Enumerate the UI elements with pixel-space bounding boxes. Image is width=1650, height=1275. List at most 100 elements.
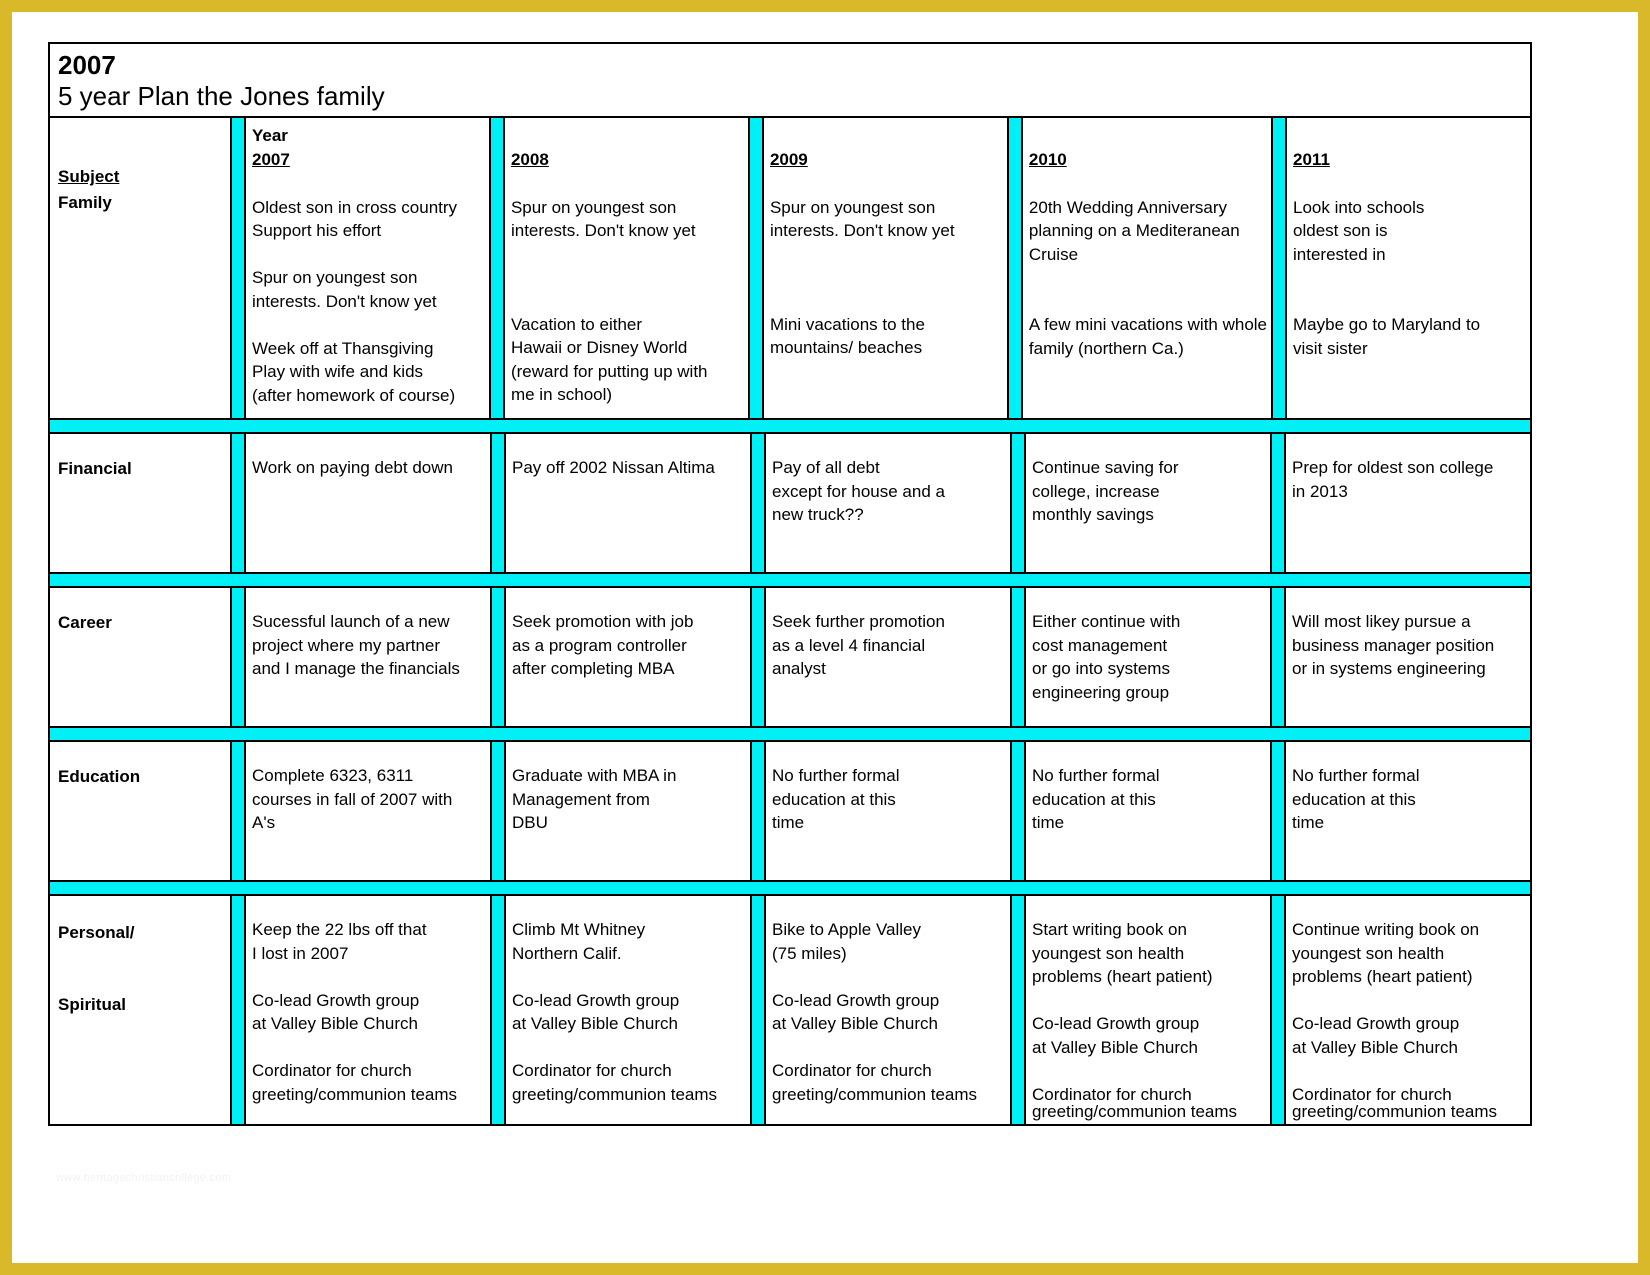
page-frame: 2007 5 year Plan the Jones family Subjec… xyxy=(0,0,1650,1275)
column-separator xyxy=(1010,588,1026,726)
year-axis-label: Year xyxy=(252,126,288,145)
year-header-2008: 2008 xyxy=(510,150,549,169)
cell-block: Graduate with MBA in Management from DBU xyxy=(512,766,677,832)
cell-block: Continue saving for college, increase mo… xyxy=(1032,458,1179,524)
cell-block: Keep the 22 lbs off that I lost in 2007 xyxy=(252,920,427,963)
cell-financial-2010: Continue saving for college, increase mo… xyxy=(1026,434,1270,572)
subject-cell: Financial xyxy=(50,434,230,572)
cell-block: Week off at Thansgiving Play with wife a… xyxy=(252,338,456,405)
cell-overflow-text: greeting/communion teams xyxy=(1032,1102,1238,1121)
cell-education-2009: No further formal education at this time xyxy=(766,742,1010,880)
column-separator xyxy=(1270,742,1286,880)
table-row: Subject Family Year 2007 Oldest son in c… xyxy=(50,118,1530,418)
cell-block: Spur on youngest son interests. Don't kn… xyxy=(769,197,955,241)
subject-label-financial: Financial xyxy=(58,459,132,478)
cell-education-2008: Graduate with MBA in Management from DBU xyxy=(506,742,750,880)
cell-family-2007: Year 2007 Oldest son in cross country Su… xyxy=(246,118,489,418)
cell-block: Seek promotion with job as a program con… xyxy=(512,612,694,678)
cell-block: Continue writing book on youngest son he… xyxy=(1292,920,1480,986)
row-separator xyxy=(50,418,1530,434)
cell-block: Look into schools oldest son is interest… xyxy=(1293,197,1425,264)
cell-block: Co-lead Growth group at Valley Bible Chu… xyxy=(252,990,420,1034)
cell-block: Mini vacations to the mountains/ beaches xyxy=(769,314,925,358)
plan-sheet: 2007 5 year Plan the Jones family Subjec… xyxy=(48,42,1532,1126)
column-separator xyxy=(230,896,246,1124)
column-separator xyxy=(1270,434,1286,572)
cell-education-2011: No further formal education at this time xyxy=(1286,742,1530,880)
cell-family-2009: 2009 Spur on youngest son interests. Don… xyxy=(764,118,1007,418)
column-separator xyxy=(1010,742,1026,880)
cell-personal-2011: Continue writing book on youngest son he… xyxy=(1286,896,1530,1124)
cell-block: Co-lead Growth group at Valley Bible Chu… xyxy=(512,990,680,1034)
cell-block: Bike to Apple Valley (75 miles) xyxy=(772,920,921,963)
subject-label-family: Family xyxy=(58,193,112,212)
cell-block: Seek further promotion as a level 4 fina… xyxy=(772,612,945,678)
column-separator xyxy=(750,896,766,1124)
cell-block: Cordinator for church greeting/communion… xyxy=(512,1061,718,1104)
cell-family-2010: 2010 20th Wedding Anniversary planning o… xyxy=(1023,118,1271,418)
year-header-2011: 2011 xyxy=(1293,150,1330,169)
column-separator xyxy=(750,434,766,572)
cell-personal-2008: Climb Mt Whitney Northern Calif. Co-lead… xyxy=(506,896,750,1124)
column-separator xyxy=(490,896,506,1124)
year-header-2007: 2007 xyxy=(252,150,290,169)
cell-family-2011: 2011 Look into schools oldest son is int… xyxy=(1287,118,1530,418)
cell-block: No further formal education at this time xyxy=(1032,766,1160,832)
row-separator xyxy=(50,572,1530,588)
year-header-2009: 2009 xyxy=(769,150,808,169)
cell-block: Co-lead Growth group at Valley Bible Chu… xyxy=(1032,1014,1200,1057)
column-separator xyxy=(750,742,766,880)
cell-block: Oldest son in cross country Support his … xyxy=(252,197,458,241)
cell-career-2008: Seek promotion with job as a program con… xyxy=(506,588,750,726)
cell-block: Cordinator for church greeting/communion… xyxy=(772,1061,978,1104)
cell-block: Complete 6323, 6311 courses in fall of 2… xyxy=(252,766,453,832)
cell-block: Pay off 2002 Nissan Altima xyxy=(512,458,715,477)
row-separator xyxy=(50,726,1530,742)
page-title-year: 2007 xyxy=(58,50,116,80)
cell-block: Maybe go to Maryland to visit sister xyxy=(1293,315,1481,358)
column-separator xyxy=(747,118,764,418)
cell-block: Co-lead Growth group at Valley Bible Chu… xyxy=(772,990,940,1034)
plan-grid: Subject Family Year 2007 Oldest son in c… xyxy=(48,116,1532,1126)
subject-label-spiritual: Spiritual xyxy=(58,995,127,1014)
subject-cell: Subject Family xyxy=(50,118,230,418)
cell-career-2009: Seek further promotion as a level 4 fina… xyxy=(766,588,1010,726)
cell-block: Climb Mt Whitney Northern Calif. xyxy=(512,920,646,963)
cell-block: Cordinator for church greeting/communion… xyxy=(252,1061,458,1104)
table-row: Education Complete 6323, 6311 courses in… xyxy=(50,742,1530,880)
cell-financial-2011: Prep for oldest son college in 2013 xyxy=(1286,434,1530,572)
cell-block: Will most likey pursue a business manage… xyxy=(1292,612,1495,678)
subject-cell: Career xyxy=(50,588,230,726)
cell-block: Either continue with cost management or … xyxy=(1032,612,1181,702)
cell-overflow-text: greeting/communion teams xyxy=(1292,1102,1498,1121)
subject-label-education: Education xyxy=(58,767,141,786)
cell-family-2008: 2008 Spur on youngest son interests. Don… xyxy=(505,118,748,418)
cell-block: Pay of all debt except for house and a n… xyxy=(772,458,945,524)
subject-header-label: Subject xyxy=(58,167,120,186)
cell-block: Spur on youngest son interests. Don't kn… xyxy=(510,197,696,241)
column-separator xyxy=(1270,588,1286,726)
subject-cell: Education xyxy=(50,742,230,880)
year-header-2010: 2010 xyxy=(1028,150,1067,169)
cell-career-2007: Sucessful launch of a new project where … xyxy=(246,588,490,726)
column-separator xyxy=(490,588,506,726)
cell-personal-2010: Start writing book on youngest son healt… xyxy=(1026,896,1270,1124)
column-separator xyxy=(1271,118,1288,418)
cell-career-2011: Will most likey pursue a business manage… xyxy=(1286,588,1530,726)
cell-block: Start writing book on youngest son healt… xyxy=(1032,920,1213,986)
cell-personal-2009: Bike to Apple Valley (75 miles) Co-lead … xyxy=(766,896,1010,1124)
page-title-subtitle: 5 year Plan the Jones family xyxy=(58,81,385,111)
cell-block: Sucessful launch of a new project where … xyxy=(252,612,460,678)
cell-block: No further formal education at this time xyxy=(1292,766,1420,832)
table-row: Financial Work on paying debt down Pay o… xyxy=(50,434,1530,572)
column-separator xyxy=(230,588,246,726)
cell-financial-2008: Pay off 2002 Nissan Altima xyxy=(506,434,750,572)
cell-financial-2007: Work on paying debt down xyxy=(246,434,490,572)
subject-label-personal: Personal/ xyxy=(58,923,135,942)
cell-block: No further formal education at this time xyxy=(772,766,900,832)
cell-block: Prep for oldest son college in 2013 xyxy=(1292,458,1494,501)
column-separator xyxy=(488,118,505,418)
row-separator xyxy=(50,880,1530,896)
title-block: 2007 5 year Plan the Jones family xyxy=(48,42,1532,116)
cell-financial-2009: Pay of all debt except for house and a n… xyxy=(766,434,1010,572)
